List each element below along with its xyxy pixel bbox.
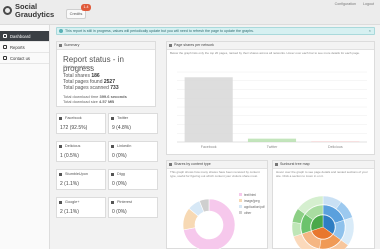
legend-label: text/html — [244, 193, 256, 197]
summary-panel: Summary Report status - in progress Star… — [56, 41, 156, 107]
stat-delicious[interactable]: Delicious 1 (0.5%) — [56, 141, 106, 162]
dashboard-icon — [3, 34, 7, 38]
sunburst-chart[interactable] — [273, 187, 374, 249]
starting-address-label: Starting address — [63, 64, 93, 69]
page-shares-header: Page shares per network — [167, 42, 374, 50]
sidebar-item-reports[interactable]: Reports — [0, 42, 49, 53]
top-bar: Social Graudytics Credits 1.4 Configurat… — [0, 0, 380, 25]
stat-value: 2 (1.1%) — [60, 209, 79, 215]
reports-icon — [3, 45, 7, 49]
summary-icon — [59, 44, 62, 47]
credits-badge: 1.4 — [81, 4, 91, 11]
chart-icon — [169, 44, 172, 47]
stat-value: 1 (0.5%) — [60, 153, 79, 159]
legend-swatch — [239, 205, 242, 208]
content-type-panel: Shares by content type This graph shows … — [166, 160, 268, 249]
legend-swatch — [239, 211, 242, 214]
stat-digg[interactable]: Digg 0 (0%) — [108, 169, 158, 190]
stat-label: Google+ — [65, 200, 80, 204]
stat-value: 0 (0%) — [112, 209, 127, 215]
stat-googleplus[interactable]: Google+ 2 (1.1%) — [56, 197, 106, 218]
googleplus-icon — [59, 201, 62, 204]
total-pages-scanned: Total pages scanned 733 — [63, 85, 119, 91]
sidebar-item-dashboard[interactable]: Dashboard — [0, 31, 49, 42]
sidebar-item-contact[interactable]: Contact us — [0, 53, 49, 64]
stat-value: 9 (4.8%) — [112, 125, 131, 131]
stat-twitter[interactable]: Twitter 9 (4.8%) — [108, 113, 158, 134]
top-links: Configuration Logout — [329, 2, 374, 6]
stat-value: 2 (1.1%) — [60, 181, 79, 187]
content-type-header: Shares by content type — [167, 161, 267, 169]
stat-label: Delicious — [65, 144, 81, 148]
linkedin-icon — [111, 145, 114, 148]
download-size-label: Total download size — [63, 99, 98, 104]
page-shares-bar-chart: Facebook Twitter Delicious — [177, 71, 367, 149]
x-tick-label: Delicious — [328, 145, 343, 149]
content-type-donut-chart: text/html image/jpeg application/pdf other — [182, 193, 265, 249]
stat-pinterest[interactable]: Pinterest 0 (0%) — [108, 197, 158, 218]
progress-alert: This report is still in progress, values… — [56, 27, 375, 35]
total-scanned-value: 733 — [110, 85, 119, 91]
download-size-value: 4.57 MB — [99, 99, 115, 104]
x-tick-label: Facebook — [201, 145, 217, 149]
legend-label: other — [244, 211, 252, 215]
stat-label: Twitter — [117, 116, 129, 120]
stat-value: 0 (0%) — [112, 181, 127, 187]
stat-label: StumbleUpon — [65, 172, 89, 176]
total-scanned-label: Total pages scanned — [63, 85, 109, 91]
page-shares-panel: Page shares per network Below the graph … — [166, 41, 375, 155]
sidebar-item-label: Contact us — [10, 55, 31, 61]
download-size: Total download size 4.57 MB — [63, 99, 114, 104]
page-shares-description: Below the graph lists only the top 20 pa… — [170, 51, 360, 55]
alert-text: This report is still in progress, values… — [65, 29, 254, 33]
content-type-head-label: Shares by content type — [174, 162, 211, 166]
sunburst-description: Hover over the graph to see page details… — [276, 170, 368, 178]
x-tick-label: Twitter — [267, 145, 278, 149]
stumbleupon-icon — [59, 173, 62, 176]
logo-line2: Graudytics — [15, 10, 55, 19]
sidebar-item-label: Dashboard — [10, 33, 31, 39]
content-type-description: This graph shows how many shares have be… — [170, 170, 260, 178]
configuration-link[interactable]: Configuration — [335, 2, 356, 6]
digg-icon — [111, 173, 114, 176]
pie-icon — [169, 163, 172, 166]
info-icon — [59, 29, 63, 33]
bar-twitter — [247, 138, 297, 142]
stat-stumbleupon[interactable]: StumbleUpon 2 (1.1%) — [56, 169, 106, 190]
stat-label: Facebook — [65, 116, 82, 120]
logout-link[interactable]: Logout — [363, 2, 374, 6]
sunburst-header: Sunburst tree map — [273, 161, 374, 169]
pinterest-icon — [111, 201, 114, 204]
sunburst-segment — [291, 221, 302, 237]
sunburst-head-label: Sunburst tree map — [280, 162, 310, 166]
mail-icon — [3, 56, 7, 60]
legend-label: application/pdf — [244, 205, 265, 209]
sidebar-item-label: Reports — [10, 44, 25, 50]
close-icon[interactable]: × — [369, 28, 371, 34]
stat-value: 0 (0%) — [112, 153, 127, 159]
bar-facebook — [184, 77, 233, 142]
page-shares-head-label: Page shares per network — [174, 43, 214, 47]
delicious-icon — [59, 145, 62, 148]
stat-linkedin[interactable]: LinkedIn 0 (0%) — [108, 141, 158, 162]
logo[interactable]: Social Graudytics — [3, 2, 57, 22]
stat-value: 172 (92.5%) — [60, 125, 88, 131]
sunburst-icon — [275, 163, 278, 166]
summary-head-label: Summary — [64, 43, 80, 47]
sunburst-panel: Sunburst tree map Hover over the graph t… — [272, 160, 375, 249]
legend-label: image/jpeg — [244, 199, 260, 203]
facebook-icon — [59, 117, 62, 120]
stat-facebook[interactable]: Facebook 172 (92.5%) — [56, 113, 106, 134]
bar-delicious — [311, 141, 360, 142]
legend-swatch — [239, 193, 242, 196]
stat-label: LinkedIn — [117, 144, 132, 148]
logo-mark-icon — [3, 6, 12, 15]
stat-label: Digg — [117, 172, 125, 176]
app-root: Social Graudytics Credits 1.4 Configurat… — [0, 0, 380, 249]
twitter-icon — [111, 117, 114, 120]
summary-header: Summary — [57, 42, 155, 50]
sidebar: Dashboard Reports Contact us — [0, 25, 50, 249]
stat-label: Pinterest — [117, 200, 132, 204]
legend-swatch — [239, 199, 242, 202]
